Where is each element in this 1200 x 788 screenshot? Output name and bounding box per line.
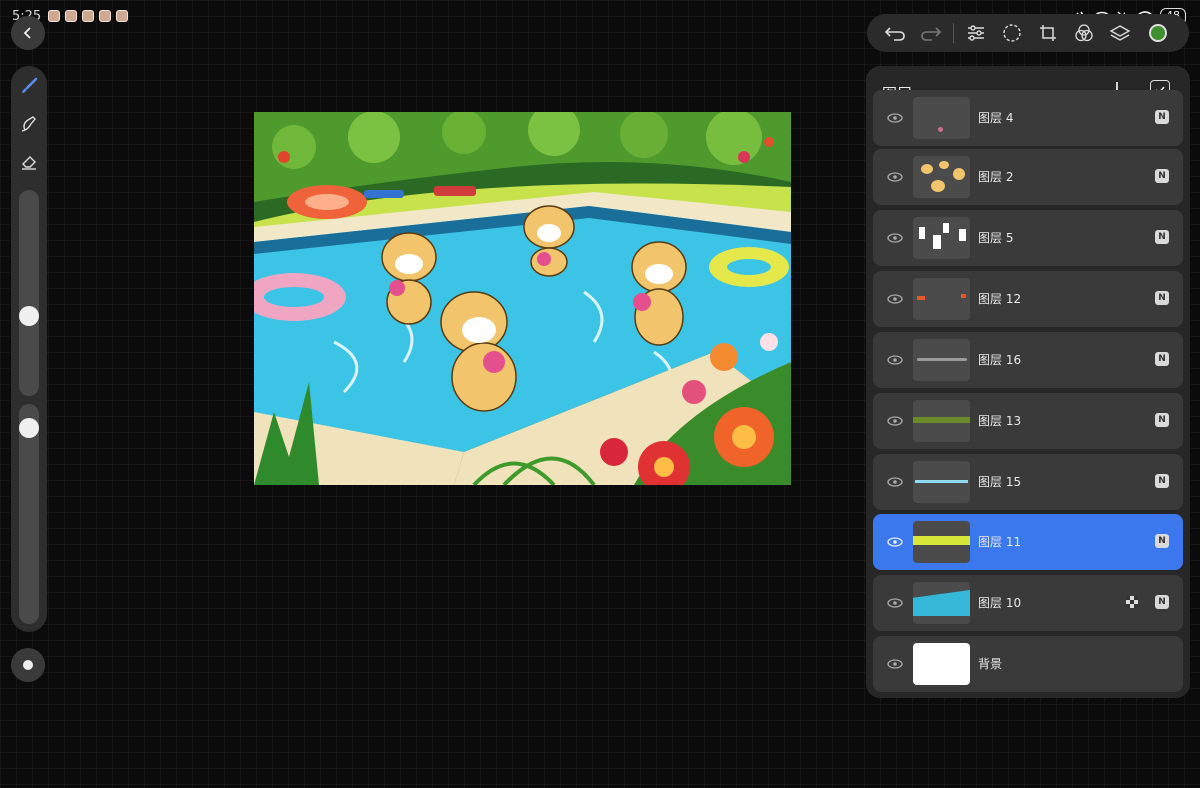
blend-mode-badge[interactable]: N <box>1155 110 1169 124</box>
visibility-icon[interactable] <box>887 413 903 429</box>
layer-name: 图层 12 <box>978 292 1022 306</box>
modify-button[interactable] <box>11 648 45 682</box>
layer-thumbnail <box>913 400 970 442</box>
selection-button[interactable] <box>994 15 1030 51</box>
visibility-icon[interactable] <box>887 110 903 126</box>
brush-size-slider[interactable] <box>19 190 39 396</box>
layer-thumbnail <box>913 521 970 563</box>
notification-icon <box>48 10 60 22</box>
notification-icon <box>65 10 77 22</box>
layer-thumbnail <box>913 156 970 198</box>
undo-button[interactable] <box>877 15 913 51</box>
toolbar-divider <box>953 23 954 43</box>
brush-size-knob[interactable] <box>19 306 39 326</box>
blend-mode-badge[interactable]: N <box>1155 595 1169 609</box>
opacity-knob[interactable] <box>19 418 39 438</box>
layer-row-background[interactable]: 背景 <box>873 636 1183 692</box>
layer-row[interactable]: 图层 15 N <box>873 454 1183 510</box>
transform-button[interactable] <box>1030 15 1066 51</box>
redo-button[interactable] <box>913 15 949 51</box>
transform-icon <box>1040 25 1056 41</box>
visibility-icon[interactable] <box>887 474 903 490</box>
layer-row[interactable]: 图层 13 N <box>873 393 1183 449</box>
layer-name: 图层 15 <box>978 475 1022 489</box>
layer-name: 背景 <box>978 657 1003 671</box>
blend-icon <box>1075 24 1093 42</box>
eraser-icon <box>22 156 36 170</box>
layers-panel: 图层 图层 4 N 图层 2 N <box>866 66 1190 698</box>
color-button[interactable] <box>1138 15 1174 51</box>
blend-mode-badge[interactable]: N <box>1155 474 1169 488</box>
layer-name: 图层 4 <box>978 111 1014 125</box>
brush-icon <box>22 77 38 93</box>
layers-icon <box>1109 25 1131 41</box>
smudge-icon <box>21 116 36 132</box>
layer-row[interactable]: 图层 10 N <box>873 575 1183 631</box>
visibility-icon[interactable] <box>887 656 903 672</box>
visibility-icon[interactable] <box>887 352 903 368</box>
layer-name: 图层 5 <box>978 231 1014 245</box>
layer-thumbnail <box>913 97 970 139</box>
blend-mode-badge[interactable]: N <box>1155 230 1169 244</box>
redo-icon <box>921 27 942 41</box>
layer-thumbnail <box>913 461 970 503</box>
visibility-icon[interactable] <box>887 169 903 185</box>
adjust-button[interactable] <box>958 15 994 51</box>
visibility-icon[interactable] <box>887 230 903 246</box>
blend-button[interactable] <box>1066 15 1102 51</box>
blend-mode-badge[interactable]: N <box>1155 291 1169 305</box>
layer-name: 图层 11 <box>978 535 1022 549</box>
eraser-tool[interactable] <box>17 150 41 174</box>
visibility-icon[interactable] <box>887 291 903 307</box>
chevron-left-icon <box>23 27 31 39</box>
top-toolbar <box>867 14 1189 52</box>
blend-mode-badge[interactable]: N <box>1155 352 1169 366</box>
notification-icons <box>48 10 128 22</box>
visibility-icon[interactable] <box>887 595 903 611</box>
back-button[interactable] <box>11 16 45 50</box>
layer-row[interactable]: 图层 4 N <box>873 90 1183 146</box>
layer-row-active[interactable]: 图层 11 N <box>873 514 1183 570</box>
layer-name: 图层 2 <box>978 170 1014 184</box>
visibility-icon[interactable] <box>887 534 903 550</box>
layer-row[interactable]: 图层 16 N <box>873 332 1183 388</box>
adjust-icon <box>968 25 984 41</box>
drawing-canvas[interactable] <box>254 112 791 485</box>
alpha-lock-icon[interactable] <box>1125 595 1139 609</box>
layer-thumbnail <box>913 278 970 320</box>
dot-icon <box>23 660 33 670</box>
color-swatch <box>1149 24 1167 42</box>
layer-row[interactable]: 图层 12 N <box>873 271 1183 327</box>
blend-mode-badge[interactable]: N <box>1155 413 1169 427</box>
notification-icon <box>82 10 94 22</box>
selection-icon <box>1003 24 1021 42</box>
blend-mode-badge[interactable]: N <box>1155 534 1169 548</box>
layer-name: 图层 10 <box>978 596 1022 610</box>
blend-mode-badge[interactable]: N <box>1155 169 1169 183</box>
layer-thumbnail <box>913 217 970 259</box>
artwork <box>254 112 791 485</box>
smudge-tool[interactable] <box>17 112 41 136</box>
undo-icon <box>884 27 905 41</box>
layer-name: 图层 16 <box>978 353 1022 367</box>
brush-tool[interactable] <box>17 74 41 98</box>
layer-name: 图层 13 <box>978 414 1022 428</box>
layer-thumbnail <box>913 582 970 624</box>
left-toolbar <box>11 66 47 632</box>
layer-row[interactable]: 图层 2 N <box>873 149 1183 205</box>
notification-icon <box>99 10 111 22</box>
notification-icon <box>116 10 128 22</box>
layers-button[interactable] <box>1102 15 1138 51</box>
layer-thumbnail <box>913 643 970 685</box>
layer-thumbnail <box>913 339 970 381</box>
layer-row[interactable]: 图层 5 N <box>873 210 1183 266</box>
